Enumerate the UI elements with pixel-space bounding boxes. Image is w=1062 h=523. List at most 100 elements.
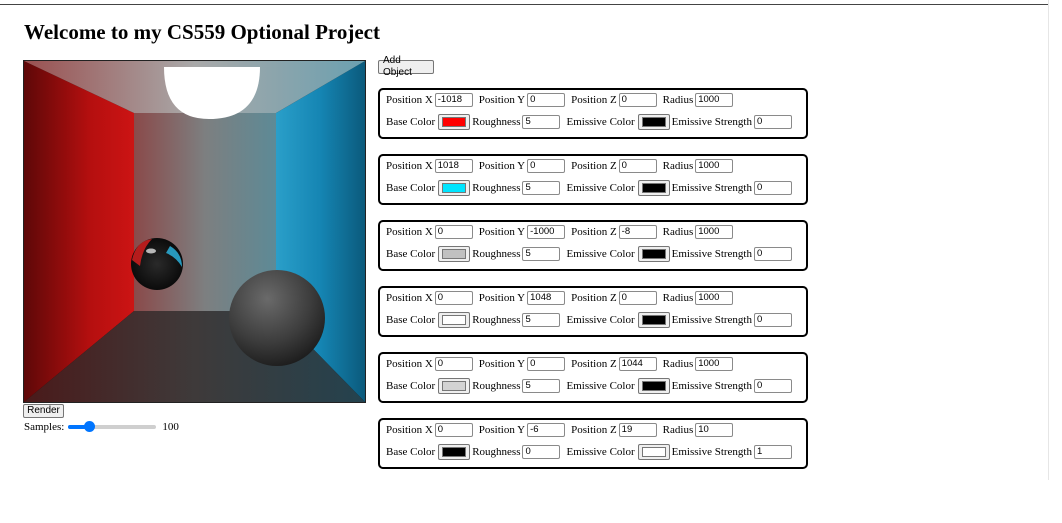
emissive-color-label: Emissive Color	[566, 314, 635, 326]
object-card: Position X 0 Position Y 1048 Position Z …	[378, 286, 808, 337]
position-x-input[interactable]: -1018	[434, 93, 473, 107]
emissive-strength-label: Emissive Strength	[671, 182, 752, 194]
emissive-color-label: Emissive Color	[566, 182, 635, 194]
emissive-color-picker[interactable]	[637, 312, 670, 328]
base-color-picker[interactable]	[438, 246, 471, 262]
base-color-picker[interactable]	[438, 378, 471, 394]
position-z-input[interactable]: 1044	[618, 357, 657, 371]
render-button[interactable]: Render	[23, 404, 64, 418]
emissive-color-picker[interactable]	[637, 378, 670, 394]
base-color-picker[interactable]	[438, 312, 471, 328]
roughness-input[interactable]: 5	[522, 313, 561, 327]
position-y-label: Position Y	[478, 424, 526, 436]
object-material-row: Base Color Roughness 5 Emissive Color Em…	[386, 114, 792, 130]
roughness-label: Roughness	[472, 446, 521, 458]
object-transform-row: Position X 0 Position Y -6 Position Z 19…	[386, 423, 734, 437]
emissive-color-picker[interactable]	[637, 180, 670, 196]
position-x-input[interactable]: 0	[434, 225, 473, 239]
position-y-input[interactable]: 0	[527, 159, 566, 173]
position-z-input[interactable]: 19	[618, 423, 657, 437]
roughness-input[interactable]: 5	[522, 379, 561, 393]
position-z-label: Position Z	[571, 160, 617, 172]
base-color-label: Base Color	[386, 248, 436, 260]
object-transform-row: Position X 1018 Position Y 0 Position Z …	[386, 159, 734, 173]
radius-input[interactable]: 1000	[695, 291, 734, 305]
base-color-picker[interactable]	[438, 114, 471, 130]
position-z-input[interactable]: 0	[618, 93, 657, 107]
emissive-color-picker[interactable]	[637, 246, 670, 262]
position-x-input[interactable]: 0	[434, 423, 473, 437]
slider-thumb[interactable]	[84, 421, 96, 432]
radius-input[interactable]: 1000	[695, 225, 734, 239]
base-color-label: Base Color	[386, 446, 436, 458]
roughness-input[interactable]: 5	[522, 181, 561, 195]
emissive-strength-input[interactable]: 1	[753, 445, 792, 459]
radius-label: Radius	[662, 226, 694, 238]
add-object-button[interactable]: Add Object	[378, 55, 434, 78]
position-z-label: Position Z	[571, 292, 617, 304]
object-card: Position X -1018 Position Y 0 Position Z…	[378, 88, 808, 139]
radius-input[interactable]: 1000	[695, 159, 734, 173]
position-x-label: Position X	[386, 160, 433, 172]
position-x-label: Position X	[386, 358, 433, 370]
base-color-picker[interactable]	[438, 444, 471, 460]
position-y-input[interactable]: 1048	[527, 291, 566, 305]
emissive-strength-input[interactable]: 0	[753, 313, 792, 327]
position-x-label: Position X	[386, 94, 433, 106]
radius-label: Radius	[662, 358, 694, 370]
position-y-input[interactable]: -1000	[527, 225, 566, 239]
samples-slider[interactable]	[68, 420, 157, 434]
roughness-label: Roughness	[472, 314, 521, 326]
position-y-input[interactable]: 0	[527, 93, 566, 107]
emissive-strength-input[interactable]: 0	[753, 379, 792, 393]
radius-input[interactable]: 1000	[695, 357, 734, 371]
base-color-picker[interactable]	[438, 180, 471, 196]
roughness-label: Roughness	[472, 380, 521, 392]
position-x-label: Position X	[386, 292, 433, 304]
position-x-input[interactable]: 0	[434, 291, 473, 305]
emissive-color-label: Emissive Color	[566, 380, 635, 392]
emissive-strength-input[interactable]: 0	[753, 181, 792, 195]
position-z-input[interactable]: -8	[618, 225, 657, 239]
position-y-label: Position Y	[478, 358, 526, 370]
object-card: Position X 0 Position Y 0 Position Z 104…	[378, 352, 808, 403]
object-material-row: Base Color Roughness 5 Emissive Color Em…	[386, 246, 792, 262]
object-material-row: Base Color Roughness 5 Emissive Color Em…	[386, 180, 792, 196]
base-color-label: Base Color	[386, 380, 436, 392]
radius-input[interactable]: 10	[695, 423, 734, 437]
roughness-input[interactable]: 0	[522, 445, 561, 459]
render-canvas[interactable]	[23, 60, 366, 403]
page-title: Welcome to my CS559 Optional Project	[24, 20, 380, 44]
radius-label: Radius	[662, 292, 694, 304]
position-y-input[interactable]: 0	[527, 357, 566, 371]
samples-value: 100	[162, 421, 179, 433]
object-card: Position X 1018 Position Y 0 Position Z …	[378, 154, 808, 205]
emissive-color-label: Emissive Color	[566, 248, 635, 260]
emissive-strength-input[interactable]: 0	[753, 247, 792, 261]
position-y-input[interactable]: -6	[527, 423, 566, 437]
position-x-input[interactable]: 0	[434, 357, 473, 371]
roughness-input[interactable]: 5	[522, 115, 561, 129]
roughness-label: Roughness	[472, 182, 521, 194]
position-x-label: Position X	[386, 226, 433, 238]
position-x-label: Position X	[386, 424, 433, 436]
samples-control: Samples: 100	[24, 420, 179, 434]
emissive-strength-input[interactable]: 0	[753, 115, 792, 129]
position-z-input[interactable]: 0	[618, 291, 657, 305]
roughness-input[interactable]: 5	[522, 247, 561, 261]
position-y-label: Position Y	[478, 94, 526, 106]
emissive-color-picker[interactable]	[637, 444, 670, 460]
radius-input[interactable]: 1000	[695, 93, 734, 107]
object-material-row: Base Color Roughness 5 Emissive Color Em…	[386, 312, 792, 328]
position-x-input[interactable]: 1018	[434, 159, 473, 173]
position-z-label: Position Z	[571, 94, 617, 106]
emissive-color-picker[interactable]	[637, 114, 670, 130]
position-z-label: Position Z	[571, 358, 617, 370]
right-divider	[1048, 0, 1049, 480]
base-color-swatch	[442, 447, 467, 457]
object-transform-row: Position X -1018 Position Y 0 Position Z…	[386, 93, 734, 107]
object-transform-row: Position X 0 Position Y 1048 Position Z …	[386, 291, 734, 305]
radius-label: Radius	[662, 424, 694, 436]
base-color-label: Base Color	[386, 182, 436, 194]
position-z-input[interactable]: 0	[618, 159, 657, 173]
